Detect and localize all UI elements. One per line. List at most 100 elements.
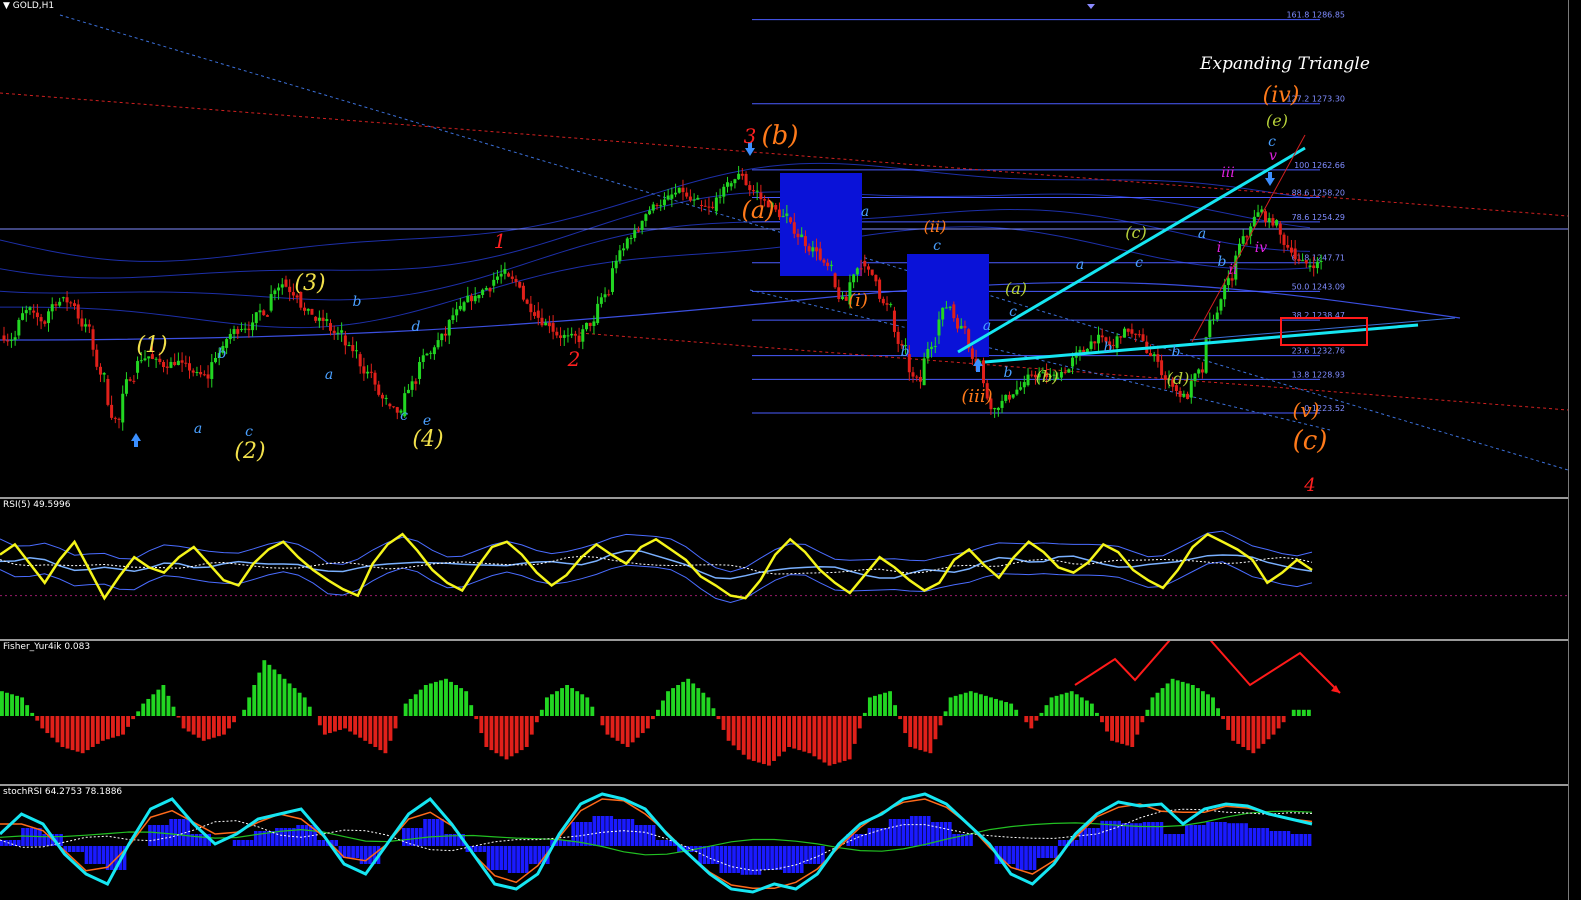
fisher-bar — [862, 712, 867, 716]
fisher-bar — [989, 697, 993, 716]
fisher-pane[interactable]: Fisher_Yur4ik 0.083 — [0, 641, 1568, 784]
candle-body — [559, 335, 563, 338]
wave-label: i — [1217, 240, 1221, 256]
stochrsi-histogram-bar — [964, 834, 969, 846]
stochrsi-histogram-bar — [1256, 828, 1261, 846]
fisher-bar — [610, 716, 615, 738]
candle-body — [1193, 373, 1197, 382]
collapse-arrow-icon[interactable]: ▼ — [3, 1, 10, 11]
candle-body — [781, 216, 785, 218]
stochrsi-histogram-bar — [914, 816, 918, 846]
fisher-bar — [701, 692, 706, 716]
candle-body — [303, 307, 307, 311]
fisher-bar — [1155, 692, 1160, 716]
fib-level-label: 61.8 1247.71 — [1292, 254, 1345, 263]
stochrsi-histogram-bar — [922, 816, 927, 846]
fisher-bar — [272, 669, 277, 716]
fisher-bar — [1160, 688, 1165, 716]
wave-label: c — [933, 238, 941, 254]
candle-body — [462, 302, 466, 311]
stochrsi-histogram-bar — [76, 846, 80, 852]
stochrsi-histogram-bar — [1117, 820, 1121, 846]
fisher-bar — [1034, 716, 1039, 721]
fisher-bar — [923, 716, 928, 752]
fisher-bar — [1200, 691, 1205, 716]
fisher-bar — [433, 681, 438, 716]
fisher-bar — [1276, 716, 1281, 729]
candle-body — [418, 362, 422, 379]
fisher-bar — [302, 697, 307, 716]
candle-body — [384, 397, 388, 399]
candle-body — [1030, 374, 1034, 376]
main-chart-pane[interactable]: ▼ GOLD,H1 161.8 1286.85 127.2 1273.30 100 … — [0, 0, 1568, 497]
rsi-svg — [0, 530, 1568, 604]
fisher-bar — [943, 711, 948, 716]
stochrsi-histogram-bar — [258, 831, 262, 846]
fisher-bar — [131, 716, 136, 720]
stochrsi-histogram-bar — [1269, 831, 1274, 846]
candle-body — [514, 278, 518, 282]
fisher-bar — [262, 660, 267, 716]
candle-body — [432, 347, 436, 355]
fisher-bar — [111, 716, 115, 738]
fisher-bar — [620, 716, 625, 744]
candle-body — [1208, 320, 1212, 338]
candle-body — [948, 306, 952, 308]
candle-body — [343, 335, 347, 346]
fisher-bar — [333, 716, 337, 732]
candle-body — [473, 296, 477, 302]
wave-label: a — [325, 367, 333, 383]
envelope-band — [0, 162, 1311, 262]
stochrsi-histogram-bar — [854, 834, 859, 846]
candle-body — [1126, 328, 1130, 332]
stochrsi-histogram-bar — [897, 819, 901, 846]
stochrsi-histogram-bar — [1151, 822, 1155, 846]
candle-body — [1152, 354, 1156, 357]
candle-body — [937, 319, 941, 336]
fisher-bar — [1095, 712, 1099, 716]
candle-body — [1230, 278, 1234, 281]
fisher-bar — [1024, 716, 1029, 723]
fisher-bar — [933, 716, 938, 740]
candle-body — [325, 319, 329, 322]
candle-body — [158, 358, 162, 363]
candle-body — [173, 361, 177, 366]
stochrsi-histogram-bar — [524, 846, 529, 873]
stochrsi-histogram-bar — [503, 846, 508, 870]
fisher-bar — [80, 716, 85, 754]
rsi-pane[interactable]: RSI(5) 49.5996 — [0, 499, 1568, 639]
price-scale[interactable] — [1568, 0, 1581, 900]
fisher-bar — [741, 716, 746, 755]
stochrsi-histogram-bar — [232, 840, 237, 846]
candle-body — [351, 345, 355, 352]
stochrsi-histogram-bar — [42, 834, 46, 846]
candle-body — [610, 268, 614, 292]
stochrsi-histogram-bar — [1303, 834, 1308, 846]
stochrsi-histogram-bar — [1214, 822, 1219, 846]
wave-label: a — [1076, 257, 1084, 273]
candle-body — [1197, 369, 1201, 374]
fisher-bar — [1185, 683, 1190, 716]
stochrsi-histogram-bar — [909, 816, 914, 846]
fisher-bar — [186, 716, 191, 732]
stochrsi-histogram-bar — [787, 846, 791, 873]
stochrsi-histogram-bar — [1278, 831, 1282, 846]
candle-body — [625, 238, 629, 249]
candle-body — [915, 376, 919, 378]
stochrsi-histogram-bar — [1083, 828, 1088, 846]
fisher-bar — [504, 716, 509, 760]
candle-body — [1089, 341, 1093, 349]
fisher-bar — [358, 716, 363, 738]
fisher-bar — [378, 716, 383, 751]
candle-body — [429, 352, 433, 354]
fisher-bar — [600, 716, 605, 726]
wave-label: 2 — [567, 347, 581, 371]
stochrsi-histogram-bar — [165, 825, 169, 846]
candle-body — [492, 279, 496, 286]
fisher-bar — [428, 683, 433, 716]
fisher-bar — [1105, 716, 1109, 732]
stochrsi-histogram-bar — [1011, 846, 1016, 864]
stochrsi-pane[interactable]: stochRSI 64.2753 78.1886 — [0, 786, 1568, 900]
candle-body — [395, 407, 399, 413]
candle-body — [941, 307, 945, 320]
